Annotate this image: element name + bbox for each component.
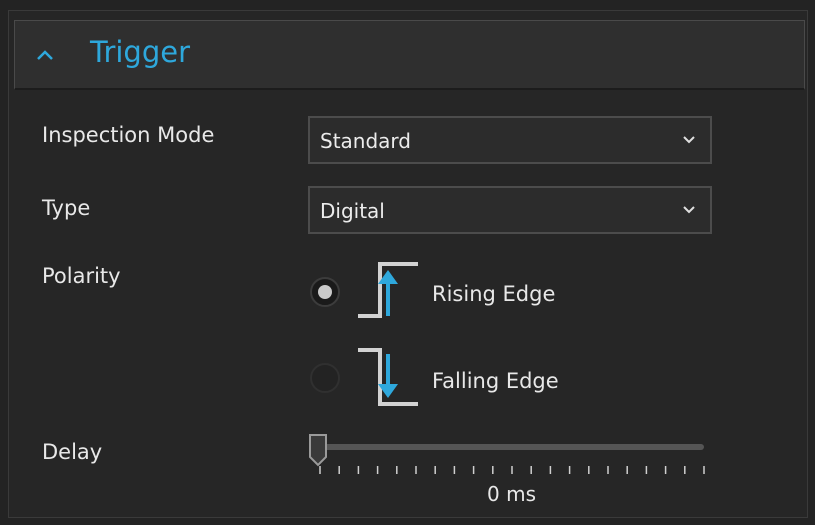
polarity-label: Polarity: [42, 264, 121, 288]
falling-edge-label[interactable]: Falling Edge: [432, 371, 559, 392]
rising-edge-label[interactable]: Rising Edge: [432, 284, 555, 305]
inspection-mode-value: Standard: [320, 129, 411, 153]
type-dropdown[interactable]: Digital: [308, 186, 712, 234]
section-title: Trigger: [90, 35, 191, 69]
chevron-down-icon: [683, 136, 695, 144]
chevron-up-icon[interactable]: [34, 44, 56, 66]
type-value: Digital: [320, 199, 385, 223]
falling-edge-icon: [358, 348, 418, 406]
rising-edge-radio[interactable]: [310, 277, 340, 307]
inspection-mode-label: Inspection Mode: [42, 123, 215, 147]
delay-slider-thumb[interactable]: [308, 433, 328, 467]
delay-label: Delay: [42, 440, 103, 464]
delay-slider-track[interactable]: [318, 444, 704, 450]
chevron-down-icon: [683, 206, 695, 214]
delay-slider-ticks: [319, 466, 705, 474]
inspection-mode-dropdown[interactable]: Standard: [308, 116, 712, 164]
falling-edge-radio[interactable]: [310, 363, 340, 393]
type-label: Type: [42, 196, 91, 220]
rising-edge-icon: [358, 262, 418, 318]
delay-value-readout: 0 ms: [487, 482, 536, 506]
